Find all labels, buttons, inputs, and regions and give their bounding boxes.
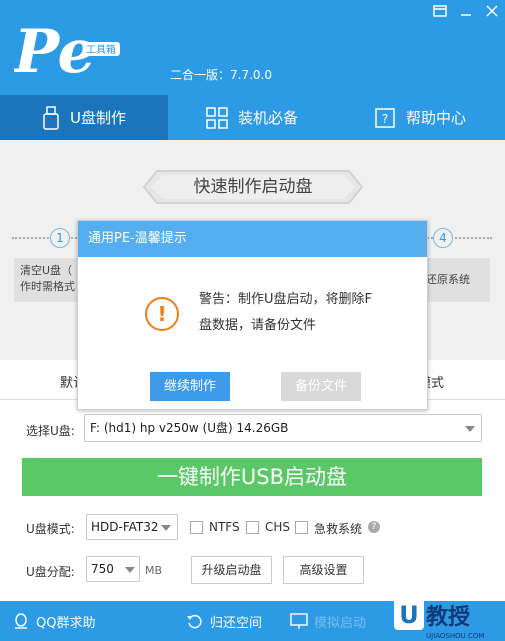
usb-select[interactable]: F: (hd1) hp v250w (U盘) 14.26GB: [84, 414, 482, 442]
question-icon[interactable]: ?: [368, 521, 380, 533]
chevron-down-icon: [125, 567, 135, 573]
usb-icon: [43, 105, 59, 130]
grid-icon: [206, 106, 228, 129]
ntfs-label: NTFS: [209, 520, 240, 534]
ntfs-checkbox[interactable]: [190, 521, 203, 534]
partition-unit: MB: [145, 564, 163, 577]
usb-mode-label: U盘模式:: [26, 522, 75, 536]
warning-dialog: 通用PE-温馨提示 ! 警告：制作U盘启动，将删除F 盘数据，请备份文件 继续制…: [77, 220, 428, 410]
help-book-icon: ?: [375, 107, 395, 128]
restore-space-label: 归还空间: [210, 615, 263, 631]
partition-select[interactable]: 750: [86, 556, 140, 582]
step-number: 1: [50, 228, 70, 248]
svg-text:?: ?: [382, 112, 388, 126]
restore-icon: [187, 614, 202, 629]
emergency-checkbox[interactable]: [295, 521, 308, 534]
watermark-logo: U 教授 UJIAOSHOU.COM: [300, 588, 505, 641]
pe-logo: Pe 工具箱: [14, 17, 120, 84]
tab-label: U盘制作: [70, 109, 126, 127]
usb-mode-value: HDD-FAT32: [91, 520, 159, 534]
qq-icon: [15, 613, 27, 629]
qq-help-label: QQ群求助: [36, 615, 96, 631]
chevron-down-icon: [465, 426, 475, 432]
emergency-label: 急救系统: [314, 522, 363, 536]
svg-text:UJIAOSHOU.COM: UJIAOSHOU.COM: [426, 632, 484, 640]
restore-space-link[interactable]: 归还空间: [186, 601, 262, 641]
tab-help-center[interactable]: ? 帮助中心: [336, 95, 504, 140]
tab-label: 装机必备: [237, 109, 298, 127]
advanced-settings-button[interactable]: 高级设置: [283, 556, 364, 584]
svg-text:Pe: Pe: [14, 17, 96, 84]
dialog-title: 通用PE-温馨提示: [78, 221, 427, 257]
svg-text:教授: 教授: [426, 604, 471, 630]
banner: 快速制作启动盘: [143, 170, 363, 204]
main-tabs: U盘制作 装机必备 ? 帮助中心: [0, 95, 505, 140]
dialog-message: 警告：制作U盘启动，将删除F 盘数据，请备份文件: [199, 287, 399, 339]
menu-icon[interactable]: [432, 4, 448, 20]
banner-title: 快速制作启动盘: [193, 177, 313, 197]
backup-files-button[interactable]: 备份文件: [281, 372, 361, 401]
partition-label: U盘分配:: [26, 565, 75, 579]
dialog-message-line: 盘数据，请备份文件: [199, 318, 317, 333]
close-icon[interactable]: [484, 4, 500, 20]
chs-label: CHS: [265, 520, 291, 534]
continue-button[interactable]: 继续制作: [150, 372, 230, 401]
qq-help-link[interactable]: QQ群求助: [12, 601, 95, 641]
tab-install-essentials[interactable]: 装机必备: [168, 95, 336, 140]
make-usb-boot-button[interactable]: 一键制作USB启动盘: [22, 458, 482, 496]
chs-checkbox[interactable]: [246, 521, 259, 534]
minimize-icon[interactable]: [458, 4, 474, 20]
usb-mode-select[interactable]: HDD-FAT32: [86, 514, 178, 540]
dialog-message-line: 警告：制作U盘启动，将删除F: [199, 292, 372, 307]
step-card: 还原系统: [420, 258, 490, 302]
upgrade-boot-button[interactable]: 升级启动盘: [191, 556, 272, 584]
chevron-down-icon: [161, 525, 171, 531]
usb-select-value: F: (hd1) hp v250w (U盘) 14.26GB: [90, 421, 289, 435]
tab-label: 帮助中心: [405, 109, 466, 127]
tab-usb-make[interactable]: U盘制作: [0, 95, 168, 140]
version-label: 二合一版：7.7.0.0: [170, 68, 272, 82]
partition-value: 750: [91, 562, 114, 576]
warning-icon: !: [145, 297, 179, 331]
app-header: Pe 工具箱 二合一版：7.7.0.0: [0, 0, 505, 95]
svg-text:U: U: [399, 601, 419, 629]
usb-select-label: 选择U盘:: [26, 424, 75, 438]
svg-text:工具箱: 工具箱: [86, 43, 116, 56]
step-text: 还原系统: [426, 273, 470, 286]
step-number: 4: [433, 228, 453, 248]
